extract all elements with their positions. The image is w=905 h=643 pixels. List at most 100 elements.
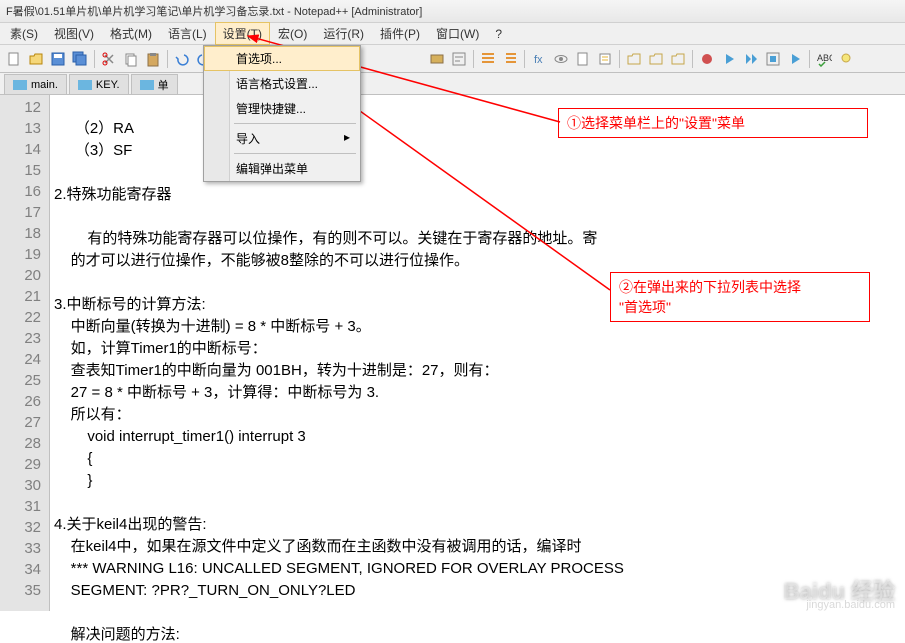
menu-format[interactable]: 格式(M) bbox=[102, 22, 160, 45]
doc-icon[interactable] bbox=[573, 49, 593, 69]
menu-macro[interactable]: 宏(O) bbox=[270, 22, 315, 45]
dropdown-preferences[interactable]: 首选项... bbox=[204, 46, 360, 71]
separator-icon bbox=[619, 50, 620, 68]
chevron-right-icon: ▸ bbox=[344, 130, 350, 144]
annotation-box-1: ①选择菜单栏上的"设置"菜单 bbox=[558, 108, 868, 138]
menu-search[interactable]: 素(S) bbox=[2, 22, 46, 45]
tab-dan[interactable]: 单 bbox=[131, 74, 178, 94]
line-number: 22 bbox=[0, 307, 41, 328]
new-icon[interactable] bbox=[4, 49, 24, 69]
code-line: *** WARNING L16: UNCALLED SEGMENT, IGNOR… bbox=[54, 560, 624, 577]
line-number: 21 bbox=[0, 286, 41, 307]
line-number: 28 bbox=[0, 433, 41, 454]
folder2-icon[interactable] bbox=[646, 49, 666, 69]
line-number: 25 bbox=[0, 370, 41, 391]
dropdown-shortcut[interactable]: 管理快捷键... bbox=[204, 96, 360, 121]
wrap-icon[interactable] bbox=[449, 49, 469, 69]
line-number: 24 bbox=[0, 349, 41, 370]
separator-icon bbox=[473, 50, 474, 68]
outdent-icon[interactable] bbox=[500, 49, 520, 69]
window-title: F暑假\01.51单片机\单片机学习笔记\单片机学习备忘录.txt - Note… bbox=[6, 3, 422, 19]
code-line: 27 = 8 * 中断标号 + 3，计算得：中断标号为 3. bbox=[54, 384, 379, 401]
file-icon bbox=[13, 80, 27, 90]
menu-settings[interactable]: 设置(T) bbox=[215, 22, 270, 45]
code-line: 4.关于keil4出现的警告: bbox=[54, 516, 207, 533]
separator bbox=[234, 123, 356, 124]
line-number: 29 bbox=[0, 454, 41, 475]
menu-window[interactable]: 窗口(W) bbox=[428, 22, 487, 45]
menu-language[interactable]: 语言(L) bbox=[160, 22, 215, 45]
code-line: 有的特殊功能寄存器可以位操作，有的则不可以。关键在于寄存器的地址。寄 bbox=[54, 230, 597, 247]
separator bbox=[234, 153, 356, 154]
line-number: 30 bbox=[0, 475, 41, 496]
separator-icon bbox=[94, 50, 95, 68]
line-number: 16 bbox=[0, 181, 41, 202]
dropdown-style[interactable]: 语言格式设置... bbox=[204, 71, 360, 96]
play2-icon[interactable] bbox=[741, 49, 761, 69]
save-icon[interactable] bbox=[48, 49, 68, 69]
stop-icon[interactable] bbox=[763, 49, 783, 69]
code-line: 的才可以进行位操作，不能够被8整除的不可以进行位操作。 bbox=[54, 252, 469, 269]
light-icon[interactable] bbox=[836, 49, 856, 69]
editor: 12 13 14 15 16 17 18 19 20 21 22 23 24 2… bbox=[0, 95, 905, 611]
code-line: （2）RA bbox=[54, 120, 134, 137]
annotation-box-2: ②在弹出来的下拉列表中选择 "首选项" bbox=[610, 272, 870, 322]
separator-icon bbox=[809, 50, 810, 68]
line-number: 18 bbox=[0, 223, 41, 244]
indent-icon[interactable] bbox=[478, 49, 498, 69]
save-all-icon[interactable] bbox=[70, 49, 90, 69]
editor-content[interactable]: （2）RA （3）SF 器 ） 2.特殊功能寄存器 有的特殊功能寄存器可以位操作… bbox=[50, 95, 905, 611]
separator-icon bbox=[167, 50, 168, 68]
note-icon[interactable] bbox=[595, 49, 615, 69]
file-icon bbox=[78, 80, 92, 90]
func-icon[interactable]: fx bbox=[529, 49, 549, 69]
menu-help[interactable]: ? bbox=[487, 24, 510, 44]
file-icon bbox=[140, 80, 154, 90]
line-gutter: 12 13 14 15 16 17 18 19 20 21 22 23 24 2… bbox=[0, 95, 50, 611]
code-line: SEGMENT: ?PR?_TURN_ON_ONLY?LED bbox=[54, 582, 355, 599]
dropdown-import[interactable]: 导入▸ bbox=[204, 126, 360, 151]
code-line: 3.中断标号的计算方法: bbox=[54, 296, 206, 313]
line-number: 34 bbox=[0, 559, 41, 580]
record-icon[interactable] bbox=[719, 49, 739, 69]
code-line: 查表知Timer1的中断向量为 001BH，转为十进制是：27，则有： bbox=[54, 362, 499, 379]
copy-icon[interactable] bbox=[121, 49, 141, 69]
tab-main[interactable]: main. bbox=[4, 74, 67, 94]
code-line: 所以有： bbox=[54, 406, 131, 423]
dropdown-editpopup[interactable]: 编辑弹出菜单 bbox=[204, 156, 360, 181]
line-number: 14 bbox=[0, 139, 41, 160]
code-line: 在keil4中，如果在源文件中定义了函数而在主函数中没有被调用的话，编译时 bbox=[54, 538, 582, 555]
line-number: 32 bbox=[0, 517, 41, 538]
line-number: 15 bbox=[0, 160, 41, 181]
line-number: 12 bbox=[0, 97, 41, 118]
code-line: 2.特殊功能寄存器 bbox=[54, 186, 172, 203]
tab-key[interactable]: KEY. bbox=[69, 74, 129, 94]
menu-view[interactable]: 视图(V) bbox=[46, 22, 102, 45]
code-line: { bbox=[54, 450, 92, 467]
toolbar: fx ABC bbox=[0, 45, 905, 73]
code-line: 中断向量(转换为十进制) = 8 * 中断标号 + 3。 bbox=[54, 318, 371, 335]
menu-plugins[interactable]: 插件(P) bbox=[372, 22, 428, 45]
cut-icon[interactable] bbox=[99, 49, 119, 69]
line-number: 33 bbox=[0, 538, 41, 559]
skip-icon[interactable] bbox=[785, 49, 805, 69]
folder-icon[interactable] bbox=[624, 49, 644, 69]
folder3-icon[interactable] bbox=[668, 49, 688, 69]
tab-bar: main. KEY. 单 bbox=[0, 73, 905, 95]
toggle-icon[interactable] bbox=[427, 49, 447, 69]
line-number: 23 bbox=[0, 328, 41, 349]
separator-icon bbox=[524, 50, 525, 68]
code-line: void interrupt_timer1() interrupt 3 bbox=[54, 428, 306, 445]
eye-icon[interactable] bbox=[551, 49, 571, 69]
line-number: 27 bbox=[0, 412, 41, 433]
open-icon[interactable] bbox=[26, 49, 46, 69]
play-icon[interactable] bbox=[697, 49, 717, 69]
line-number: 20 bbox=[0, 265, 41, 286]
spellcheck-icon[interactable]: ABC bbox=[814, 49, 834, 69]
undo-icon[interactable] bbox=[172, 49, 192, 69]
menu-run[interactable]: 运行(R) bbox=[315, 22, 372, 45]
line-number: 17 bbox=[0, 202, 41, 223]
code-line: } bbox=[54, 472, 92, 489]
paste-icon[interactable] bbox=[143, 49, 163, 69]
line-number: 31 bbox=[0, 496, 41, 517]
